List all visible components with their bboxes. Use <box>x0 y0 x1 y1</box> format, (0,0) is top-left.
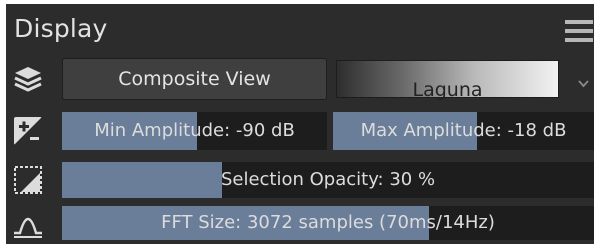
colormap-select[interactable]: Laguna <box>336 60 559 101</box>
colormap-label: Laguna <box>412 79 483 101</box>
composite-view-button[interactable]: Composite View <box>62 58 327 100</box>
max-amplitude-label: Max Amplitude: -18 dB <box>360 120 567 141</box>
selection-opacity-slider[interactable]: Selection Opacity: 30 % <box>62 162 594 198</box>
display-panel: Display Composite View Laguna Min Amplit… <box>6 4 594 244</box>
layers-icon <box>12 63 44 95</box>
fft-waveform-icon <box>12 207 44 239</box>
min-amplitude-label: Min Amplitude: -90 dB <box>94 120 295 141</box>
fft-size-label: FFT Size: 3072 samples (70ms/14Hz) <box>161 212 495 233</box>
chevron-down-icon[interactable] <box>578 74 589 88</box>
max-amplitude-slider[interactable]: Max Amplitude: -18 dB <box>333 112 594 150</box>
selection-opacity-icon <box>12 164 44 196</box>
min-amplitude-slider[interactable]: Min Amplitude: -90 dB <box>62 112 327 150</box>
panel-title: Display <box>14 14 108 43</box>
selection-opacity-label: Selection Opacity: 30 % <box>220 169 436 190</box>
hamburger-menu-icon[interactable] <box>565 20 593 42</box>
fft-size-slider[interactable]: FFT Size: 3072 samples (70ms/14Hz) <box>62 206 594 240</box>
plus-minus-icon <box>12 115 44 147</box>
